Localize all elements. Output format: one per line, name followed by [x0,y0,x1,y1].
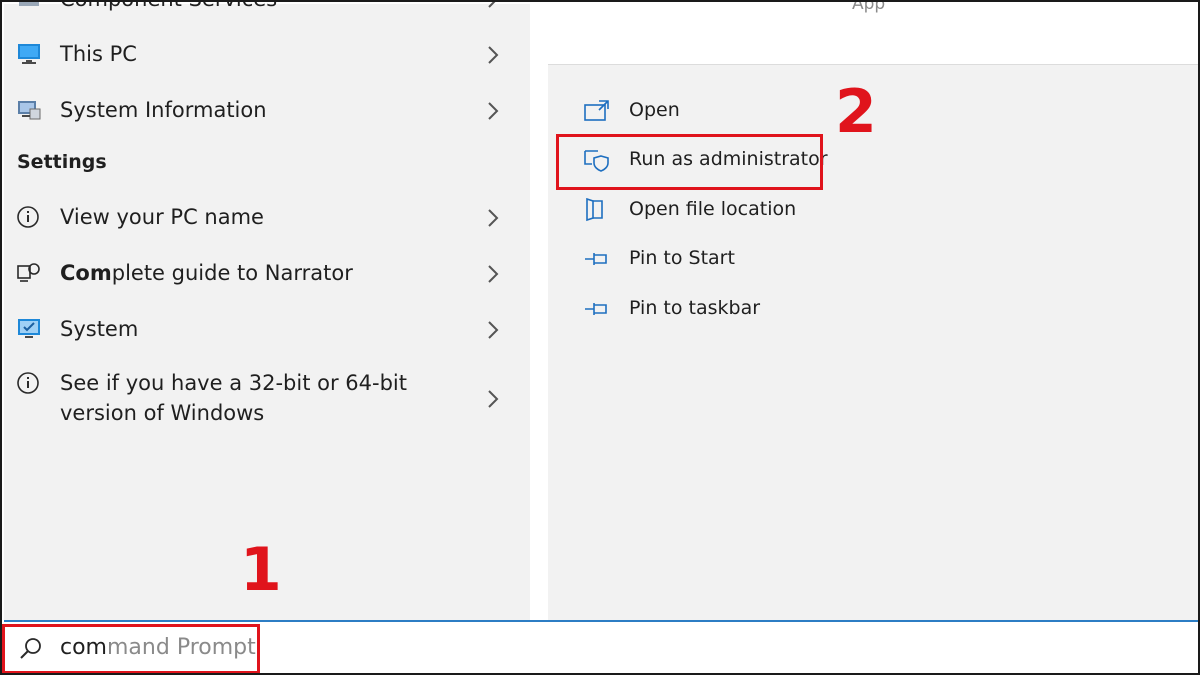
chevron-right-icon[interactable] [486,0,500,9]
component-services-icon [19,2,39,6]
info-icon [17,372,39,394]
result-item-system[interactable]: System [4,312,530,348]
action-label: Open file location [629,198,797,220]
highlight-box-search [2,624,260,673]
chevron-right-icon[interactable] [486,320,500,340]
narrator-icon [17,263,40,282]
app-header: App [548,2,1198,64]
result-item-this-pc[interactable]: This PC [4,37,530,73]
result-item-narrator-guide[interactable]: Complete guide to Narrator [4,256,530,292]
info-icon [17,206,39,228]
divider [548,64,1198,65]
file-location-icon [586,198,603,222]
system-monitor-icon [18,319,40,338]
pin-icon [585,253,607,265]
result-label: Component Services [60,2,277,14]
chevron-right-icon[interactable] [486,264,500,284]
result-label: Complete guide to Narrator [60,258,353,288]
result-label: View your PC name [60,205,264,229]
search-results-list: Component Services This PC [4,2,530,620]
action-pin-to-taskbar[interactable]: Pin to taskbar [584,292,984,326]
action-label: Open [629,99,680,121]
action-pin-to-start[interactable]: Pin to Start [584,242,984,276]
result-label: System Information [60,98,267,122]
result-label-line1: See if you have a 32-bit or 64-bit [60,371,407,395]
step-number-1: 1 [240,535,282,605]
pin-icon [585,303,607,315]
system-information-icon [18,101,41,120]
chevron-right-icon[interactable] [486,208,500,228]
chevron-right-icon[interactable] [486,389,500,409]
result-item-32-64-bit[interactable]: See if you have a 32-bit or 64-bit versi… [4,368,530,432]
result-item-component-services[interactable]: Component Services [4,0,530,14]
result-item-system-information[interactable]: System Information [4,93,530,129]
settings-section-heading: Settings [17,151,107,173]
open-icon [584,100,609,121]
label-rest: plete guide to Narrator [111,261,353,285]
result-label: This PC [60,42,137,66]
action-label: Pin to taskbar [629,297,761,319]
action-label: Pin to Start [629,247,735,269]
chevron-right-icon[interactable] [486,45,500,65]
result-label-line2: version of Windows [60,401,265,425]
highlight-box-run-as-admin [556,134,823,190]
chevron-right-icon[interactable] [486,101,500,121]
action-open-file-location[interactable]: Open file location [584,193,984,227]
result-label: System [60,317,139,341]
monitor-icon [18,44,40,64]
pane-gap [530,4,548,620]
result-item-view-pc-name[interactable]: View your PC name [4,200,530,236]
action-open[interactable]: Open [584,94,984,128]
start-menu-search-screen: Component Services This PC [0,0,1200,675]
app-type-label: App [852,0,886,14]
match-highlight: Com [60,261,112,285]
step-number-2: 2 [835,77,877,147]
